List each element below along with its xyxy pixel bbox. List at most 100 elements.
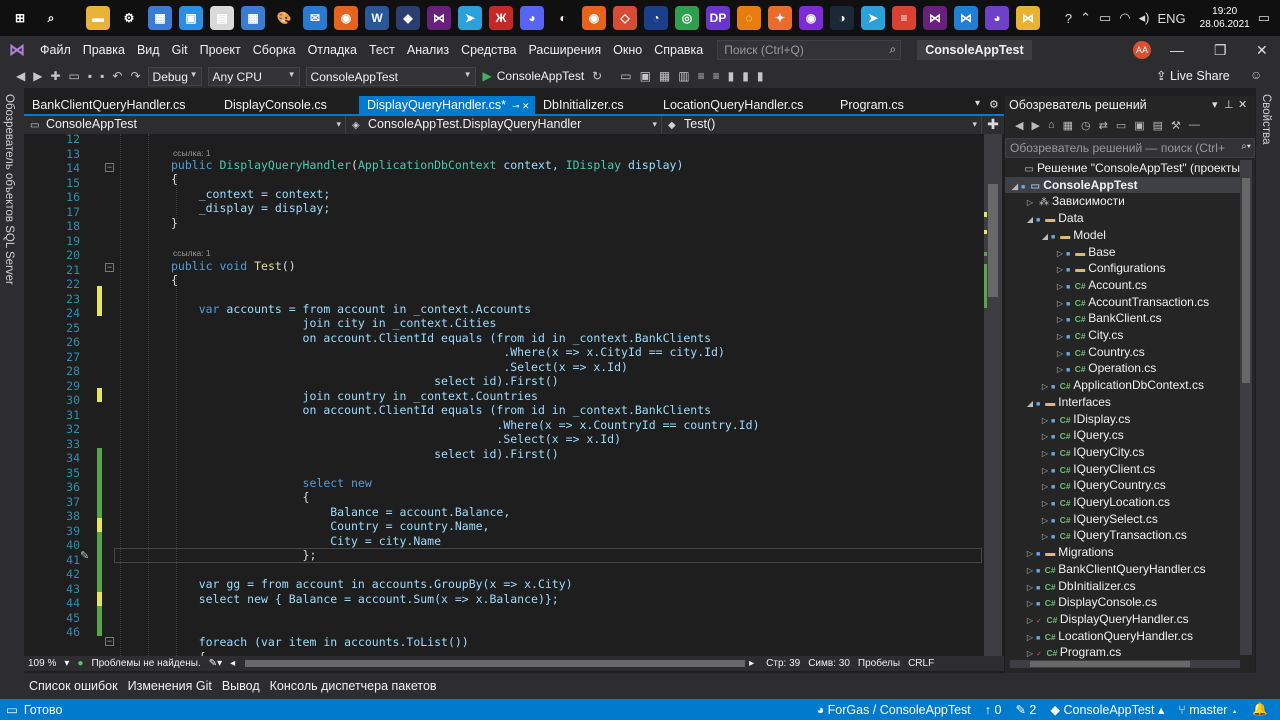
chevron-up-icon[interactable]: ⌃ <box>1080 10 1091 26</box>
language-indicator[interactable]: ENG <box>1157 11 1185 26</box>
tree-item[interactable]: ▷ ■ ▬ Migrations <box>1005 544 1240 561</box>
tree-item[interactable]: ▷ ■ C# LocationQueryHandler.cs <box>1005 628 1240 645</box>
tree-item[interactable]: ▷ ■ C# IDisplay.cs <box>1005 411 1240 428</box>
quick-actions-icon[interactable]: ✎ <box>80 549 89 562</box>
home-icon[interactable]: ⌂ <box>1048 119 1055 131</box>
sql-server-object-explorer-tab[interactable]: Обозреватель объектов SQL Server <box>0 88 24 673</box>
menu-item[interactable]: Анализ <box>401 43 455 57</box>
back-icon[interactable]: ◀ <box>1015 119 1023 132</box>
github-icon[interactable]: ◕ <box>985 6 1009 30</box>
steam-icon[interactable]: ◑ <box>830 6 854 30</box>
startup-project-select[interactable]: ConsoleAppTest ▼ <box>305 66 476 86</box>
tree-item[interactable]: ▷ ■ C# BankClientQueryHandler.cs <box>1005 561 1240 578</box>
save-all-icon[interactable]: ▪ <box>100 69 104 83</box>
menu-item[interactable]: Средства <box>455 43 522 57</box>
tree-item[interactable]: ◢ ■ ▬ Data <box>1005 210 1240 227</box>
tree-item[interactable]: ▷ ■ C# ApplicationDbContext.cs <box>1005 377 1240 394</box>
tool-window-tab[interactable]: Консоль диспетчера пакетов <box>265 679 442 693</box>
discord-icon[interactable]: ◕ <box>520 6 544 30</box>
doc-tab[interactable]: LocationQueryHandler.cs <box>655 96 832 114</box>
menu-item[interactable]: Тест <box>363 43 401 57</box>
notifications-icon[interactable]: 🔔 <box>1252 702 1268 717</box>
tree-item[interactable]: ▷ ■ C# IQueryClient.cs <box>1005 461 1240 478</box>
code-lens-references[interactable]: ссылка: 1 <box>173 148 211 158</box>
tree-item[interactable]: ▷ ■ ▬ Base <box>1005 244 1240 261</box>
doc-tab[interactable]: BankClientQueryHandler.cs <box>24 96 216 114</box>
ssms-icon[interactable]: ◆ <box>396 6 420 30</box>
tree-item[interactable]: ▷ ■ C# AccountTransaction.cs <box>1005 294 1240 311</box>
paint-icon[interactable]: 🎨 <box>272 6 296 30</box>
sync-icon[interactable]: ⇄ <box>1099 119 1108 132</box>
arc-icon[interactable]: ◔ <box>644 6 668 30</box>
doc-tab[interactable]: Program.cs <box>832 96 922 114</box>
forward-icon[interactable]: ▶ <box>33 69 42 83</box>
back-icon[interactable]: ◀ <box>16 69 25 83</box>
tree-item[interactable]: ▷ ■ C# DisplayConsole.cs <box>1005 594 1240 611</box>
uncomment-icon[interactable]: ≡ <box>713 69 720 83</box>
layout-icon[interactable]: ▦ <box>659 69 670 83</box>
menu-item[interactable]: Сборка <box>247 43 302 57</box>
menu-item[interactable]: Проект <box>194 43 247 57</box>
tree-item[interactable]: ◢ ■ ▬ Interfaces <box>1005 394 1240 411</box>
help-icon[interactable]: ? <box>1065 11 1072 26</box>
telegram-icon[interactable]: ➤ <box>458 6 482 30</box>
file-explorer-icon[interactable]: ▬ <box>86 6 110 30</box>
kali-icon[interactable]: ⋈ <box>1016 6 1040 30</box>
tree-item[interactable]: ▷ ■ C# IQueryCity.cs <box>1005 444 1240 461</box>
wifi-icon[interactable]: ◠ <box>1119 10 1130 26</box>
code-lens-references[interactable]: ссылка: 1 <box>173 248 211 258</box>
properties-tab[interactable]: Свойства <box>1256 88 1280 673</box>
new-item-icon[interactable]: ✚ <box>50 69 60 83</box>
tree-item[interactable]: ▷ ✓ C# DisplayQueryHandler.cs <box>1005 611 1240 628</box>
open-folder-icon[interactable]: ▭ <box>620 69 631 83</box>
show-all-files-icon[interactable]: ▣ <box>1134 119 1144 132</box>
bookmark-next-icon[interactable]: ▮ <box>757 69 764 83</box>
menu-item[interactable]: Вид <box>131 43 166 57</box>
firefox-icon[interactable]: ◉ <box>334 6 358 30</box>
tree-item[interactable]: ▷ ■ C# Account.cs <box>1005 277 1240 294</box>
problems-status[interactable]: Проблемы не найдены. <box>91 658 200 669</box>
close-icon[interactable]: ✕ <box>1238 96 1247 114</box>
tree-item[interactable]: ▷ ■ C# BankClient.cs <box>1005 310 1240 327</box>
visual-studio-icon[interactable]: ⋈ <box>427 6 451 30</box>
clock[interactable]: 19:20 28.06.2021 <box>1200 5 1250 31</box>
brush-icon[interactable]: ✎▾ <box>209 658 222 669</box>
doc-tab[interactable]: DbInitializer.cs <box>535 96 655 114</box>
minimize-icon[interactable]: — <box>1170 42 1184 58</box>
document-icon[interactable]: ▤ <box>210 6 234 30</box>
tool-window-tab[interactable]: Вывод <box>217 679 265 693</box>
class-combo[interactable]: ◈ ConsoleAppTest.DisplayQueryHandler ▾ <box>346 116 662 134</box>
solution-explorer-search-input[interactable]: Обозреватель решений — поиск (Ctrl+ ⌕▾ <box>1005 138 1255 158</box>
history-icon[interactable]: ◷ <box>1081 119 1091 132</box>
menu-item[interactable]: Расширения <box>522 43 607 57</box>
menu-item[interactable]: Отладка <box>302 43 363 57</box>
solution-explorer-vertical-scrollbar[interactable] <box>1240 160 1252 655</box>
project-indicator[interactable]: ◆ ConsoleAppTest ▴ <box>1050 702 1164 717</box>
close-icon[interactable]: ✕ <box>1256 42 1268 59</box>
settings-gear-icon[interactable]: ⚙ <box>989 98 999 111</box>
tree-item[interactable]: ◢ ■ ▭ ConsoleAppTest <box>1005 176 1240 194</box>
split-editor-icon[interactable]: ✚ <box>984 116 1002 134</box>
compass-icon[interactable]: ✦ <box>768 6 792 30</box>
filter-icon[interactable]: — <box>1189 119 1200 131</box>
maximize-icon[interactable]: ❐ <box>1214 42 1227 59</box>
platform-select[interactable]: Any CPU ▼ <box>207 66 300 86</box>
fold-toggle[interactable]: − <box>105 637 114 646</box>
avatar[interactable]: AA <box>1133 41 1151 59</box>
app-red-icon[interactable]: Ж <box>489 6 513 30</box>
telegram-icon-2[interactable]: ➤ <box>861 6 885 30</box>
figma-icon[interactable]: ◐ <box>551 6 575 30</box>
tree-item[interactable]: ▷ ■ C# IQuerySelect.cs <box>1005 511 1240 528</box>
chevron-down-icon[interactable]: ▾ <box>64 658 69 669</box>
pin-icon[interactable]: ⊥ <box>1224 96 1234 114</box>
chrome-icon[interactable]: ◎ <box>675 6 699 30</box>
member-combo[interactable]: ◆ Test() ▾ <box>662 116 982 134</box>
search-icon[interactable]: ⌕ <box>39 6 63 30</box>
tree-item[interactable]: ▷ ⁂ Зависимости <box>1005 193 1240 210</box>
comment-icon[interactable]: ≡ <box>698 69 705 83</box>
podcast-icon[interactable]: ◉ <box>799 6 823 30</box>
tool-window-tab[interactable]: Изменения Git <box>123 679 217 693</box>
zoom-level[interactable]: 109 % <box>28 658 56 669</box>
vscode-icon[interactable]: ⋈ <box>954 6 978 30</box>
editor-horizontal-scrollbar[interactable] <box>245 660 746 667</box>
